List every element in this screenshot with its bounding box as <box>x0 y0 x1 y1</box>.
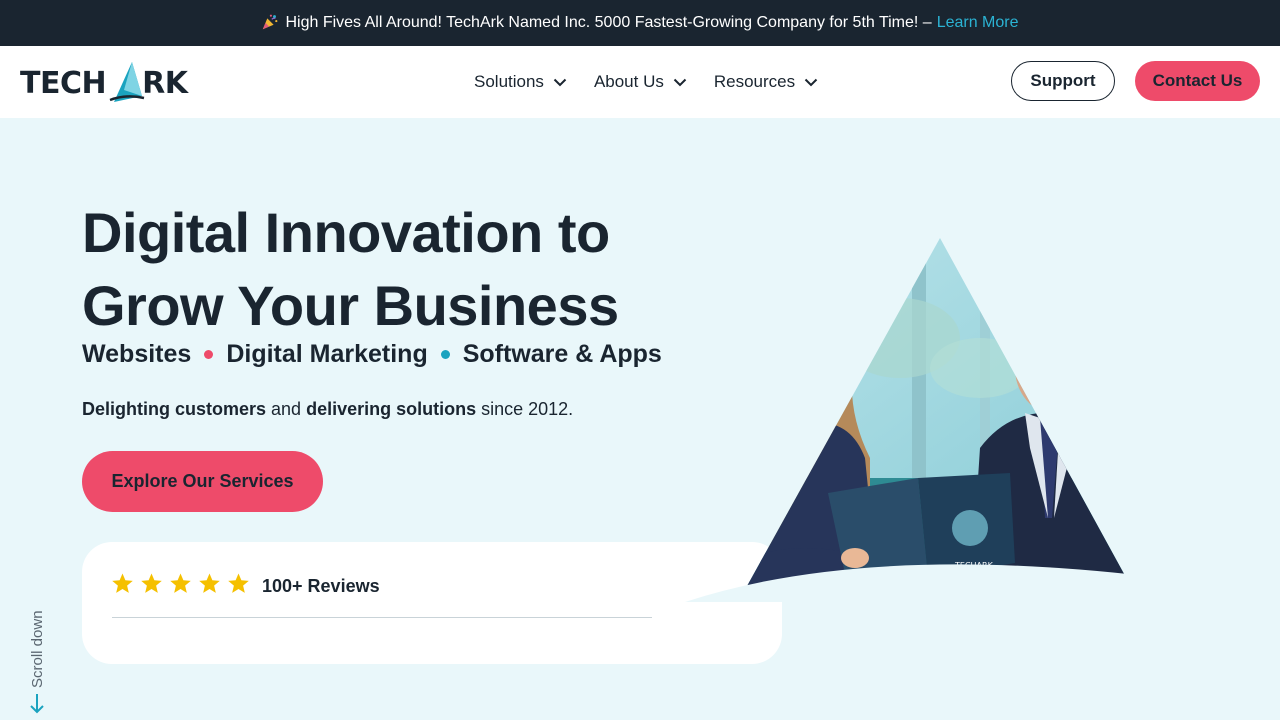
headline-line-1: Digital Innovation to <box>82 201 610 264</box>
reviews-divider <box>112 617 652 618</box>
separator-dot-pink <box>204 350 214 359</box>
nav-solutions-label: Solutions <box>474 72 544 91</box>
service-websites: Websites <box>82 340 192 368</box>
chevron-down-icon <box>804 78 818 87</box>
reviews-count[interactable]: 100+ Reviews <box>262 576 380 597</box>
tagline-bold-2: delivering solutions <box>306 399 477 419</box>
scroll-down-indicator[interactable]: Scroll down <box>22 596 52 720</box>
nav-about-us[interactable]: About Us <box>594 72 687 92</box>
star-icon <box>112 573 133 593</box>
hero-headline: Digital Innovation to Grow Your Business <box>82 196 619 342</box>
chevron-down-icon <box>553 78 567 87</box>
main-nav: Solutions About Us Resources <box>474 46 818 118</box>
party-popper-icon <box>263 14 278 30</box>
contact-us-button[interactable]: Contact Us <box>1135 61 1260 101</box>
nav-about-us-label: About Us <box>593 72 664 91</box>
scroll-down-label: Scroll down <box>29 610 46 688</box>
learn-more-link[interactable]: Learn More <box>937 14 1019 32</box>
tagline-text-1: and <box>266 399 307 419</box>
nav-resources[interactable]: Resources <box>714 72 818 92</box>
service-software-apps: Software & Apps <box>462 340 662 368</box>
services-list: Websites Digital Marketing Software & Ap… <box>82 340 662 369</box>
star-rating <box>111 572 250 595</box>
reviews-card: 100+ Reviews <box>82 542 782 664</box>
star-icon <box>170 573 191 593</box>
site-header: TECH RK Solutions About Us Resources Sup… <box>0 46 1280 118</box>
techark-logo[interactable]: TECH RK <box>20 60 210 106</box>
headline-line-2: Grow Your Business <box>82 274 619 337</box>
hero-photo: TECHARK <box>685 238 1200 602</box>
tagline-text-2: since 2012. <box>476 399 574 419</box>
announcement-bar: High Fives All Around! TechArk Named Inc… <box>0 0 1280 46</box>
separator-dot-teal <box>440 350 450 359</box>
star-icon <box>199 573 220 593</box>
chevron-down-icon <box>673 78 687 87</box>
star-icon <box>228 573 249 593</box>
star-icon <box>141 573 162 593</box>
nav-resources-label: Resources <box>713 72 796 91</box>
photo-scene: TECHARK <box>685 238 1192 602</box>
explore-services-button[interactable]: Explore Our Services <box>82 451 323 512</box>
logo-text-right: RK <box>142 65 188 101</box>
logo-text-left: TECH <box>20 65 107 101</box>
arrow-down-icon <box>30 694 44 714</box>
announcement-text: High Fives All Around! TechArk Named Inc… <box>285 14 932 31</box>
support-button[interactable]: Support <box>1011 61 1115 101</box>
hero-tagline: Delighting customers and delivering solu… <box>82 399 573 420</box>
nav-solutions[interactable]: Solutions <box>474 72 567 92</box>
tagline-bold-1: Delighting customers <box>82 399 267 419</box>
service-digital-marketing: Digital Marketing <box>226 340 428 368</box>
